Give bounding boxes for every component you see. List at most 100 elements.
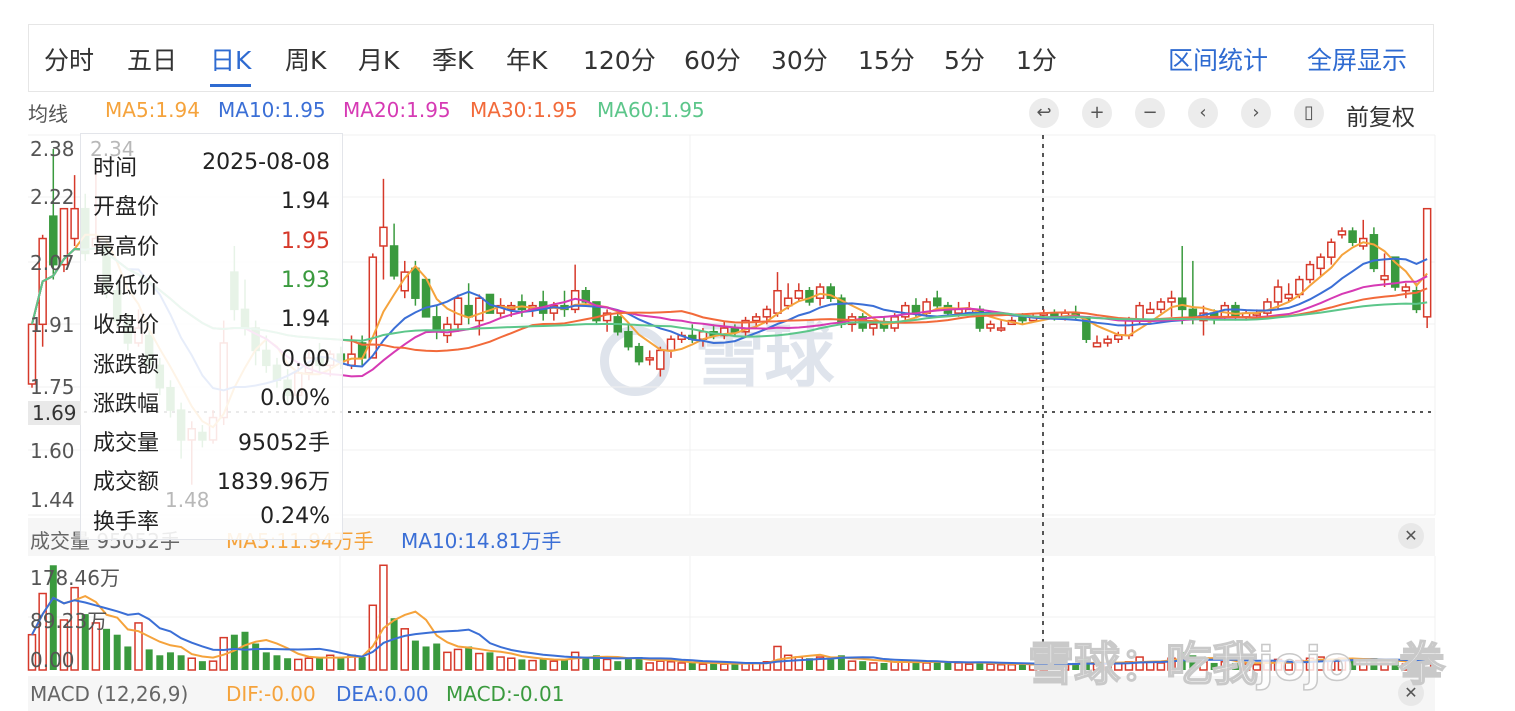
price-axis-label: 1.91 xyxy=(30,313,75,337)
price-axis-label: 1.44 xyxy=(30,488,75,512)
volume-bar xyxy=(1007,663,1017,671)
tooltip-value: 1839.96万 xyxy=(217,470,330,496)
tooltip-row: 涨跌幅 0.00% xyxy=(93,386,330,425)
tooltip-row: 涨跌额 0.00 xyxy=(93,347,330,386)
volume-bar xyxy=(677,662,686,671)
tooltip-label: 成交额 xyxy=(93,470,160,496)
low-marker: 1.48 xyxy=(165,488,210,512)
volume-bar xyxy=(262,652,270,670)
candle-up xyxy=(1316,256,1325,270)
volume-bar xyxy=(731,664,739,670)
tooltip-label: 最低价 xyxy=(93,273,160,299)
volume-bar xyxy=(316,657,324,670)
volume-bar xyxy=(124,646,132,670)
crosshair-price-label: 1.69 xyxy=(28,401,81,425)
candle-down xyxy=(411,267,420,299)
candle-down xyxy=(1348,230,1357,243)
tooltip-row: 开盘价 1.94 xyxy=(93,189,330,228)
volume-bar xyxy=(996,663,1006,671)
tooltip-value: 0.24% xyxy=(260,503,330,529)
volume-bar xyxy=(773,645,782,671)
volume-bar xyxy=(113,634,121,670)
candle-down xyxy=(1188,308,1198,318)
volume-bar xyxy=(507,657,516,671)
volume-bar xyxy=(358,657,366,670)
candle-down xyxy=(1231,304,1240,318)
candle-down xyxy=(933,297,942,307)
volume-bar xyxy=(964,663,974,671)
volume-bar xyxy=(986,663,995,671)
candle-up xyxy=(1103,338,1112,344)
candle-up xyxy=(1380,275,1389,281)
volume-bar xyxy=(411,640,419,670)
volume-bar xyxy=(422,646,430,670)
price-axis-label: 2.07 xyxy=(30,251,75,275)
volume-bar xyxy=(656,660,665,671)
candle-up xyxy=(1146,308,1155,314)
candle-up xyxy=(1284,293,1293,299)
candle-up xyxy=(70,207,79,240)
candle-up xyxy=(656,349,665,370)
candle-up xyxy=(869,323,878,329)
volume-bar xyxy=(453,648,463,671)
volume-bar xyxy=(103,628,111,670)
volume-bar xyxy=(465,646,473,670)
volume-bar xyxy=(539,658,547,670)
candle-up xyxy=(783,297,793,307)
volume-bar xyxy=(528,659,537,671)
volume-bar xyxy=(847,660,857,671)
volume-bar xyxy=(166,652,174,670)
tooltip-value: 1.93 xyxy=(281,267,330,293)
candle-up xyxy=(1327,241,1336,258)
volume-bar xyxy=(198,661,206,670)
volume-axis-max: 178.46万 xyxy=(30,566,120,590)
candle-up xyxy=(751,316,761,322)
volume-bar xyxy=(794,656,804,671)
volume-bar xyxy=(443,651,452,671)
price-axis-label: 2.22 xyxy=(30,185,75,209)
candle-up xyxy=(815,286,825,299)
price-axis-label: 2.38 xyxy=(30,137,75,161)
candle-down xyxy=(624,331,633,348)
volume-bar xyxy=(304,657,314,671)
candle-up xyxy=(453,297,463,326)
volume-bar xyxy=(273,655,281,670)
volume-bar xyxy=(390,618,398,670)
volume-bar xyxy=(624,658,632,670)
tooltip-value: 1.95 xyxy=(281,228,330,254)
volume-bar xyxy=(645,662,654,671)
volume-bar xyxy=(284,658,292,670)
tooltip-row: 成交量 95052手 xyxy=(93,425,330,464)
volume-bar xyxy=(880,662,888,670)
tooltip-row: 最高价 1.95 xyxy=(93,229,330,268)
volume-bar xyxy=(294,658,303,671)
volume-bar xyxy=(666,661,676,671)
volume-bar xyxy=(368,604,378,671)
price-axis-label: 1.60 xyxy=(30,439,75,463)
candle-up xyxy=(666,338,676,352)
tooltip-value: 1.94 xyxy=(281,307,330,333)
watermark-author: 雪球：吃我jojo一拳 xyxy=(1027,636,1445,692)
volume-axis-mid: 89.23万 xyxy=(30,609,108,633)
volume-bar xyxy=(890,661,899,671)
volume-bar xyxy=(475,652,484,671)
volume-bar xyxy=(561,659,568,670)
tooltip-label: 涨跌额 xyxy=(93,352,160,378)
volume-bar xyxy=(549,660,559,671)
volume-bar xyxy=(486,652,494,670)
candle-up xyxy=(1167,297,1176,303)
candle-down xyxy=(1369,234,1379,270)
tooltip-row: 最低价 1.93 xyxy=(93,268,330,307)
volume-bar xyxy=(869,662,878,671)
tooltip-label: 成交量 xyxy=(93,431,160,457)
candle-down xyxy=(421,278,431,318)
volume-axis-zero: 0.00 xyxy=(30,648,75,672)
volume-bar xyxy=(337,658,345,670)
candle-up xyxy=(1114,334,1123,340)
volume-bar xyxy=(582,657,590,670)
tooltip-label: 开盘价 xyxy=(93,195,160,221)
volume-bar xyxy=(688,662,696,670)
candle-up xyxy=(1401,286,1411,292)
tooltip-row: 成交额 1839.96万 xyxy=(93,464,330,503)
tooltip-label: 收盘价 xyxy=(93,313,160,339)
